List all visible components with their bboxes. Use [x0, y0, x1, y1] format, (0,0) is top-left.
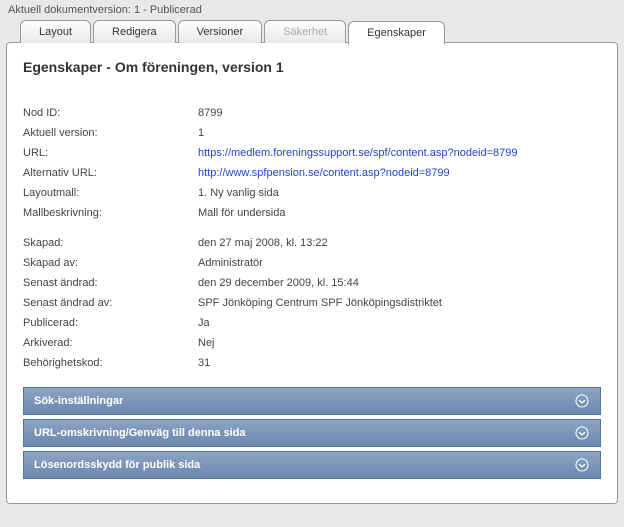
mallbeskrivning-label: Mallbeskrivning: [23, 203, 198, 223]
chevron-down-icon [574, 425, 590, 441]
tab-layout[interactable]: Layout [20, 20, 91, 43]
skapad-value: den 27 maj 2008, kl. 13:22 [198, 233, 601, 253]
accordion-label: URL-omskrivning/Genväg till denna sida [34, 427, 245, 439]
senast-andrad-av-value: SPF Jönköping Centrum SPF Jönköpingsdist… [198, 293, 601, 313]
alturl-label: Alternativ URL: [23, 163, 198, 183]
url-label: URL: [23, 143, 198, 163]
nodid-label: Nod ID: [23, 103, 198, 123]
layoutmall-value: 1. Ny vanlig sida [198, 183, 601, 203]
behorighetskod-value: 31 [198, 353, 601, 373]
alturl-link[interactable]: http://www.spfpension.se/content.asp?nod… [198, 167, 450, 179]
aktuell-version-label: Aktuell version: [23, 123, 198, 143]
chevron-down-icon [574, 393, 590, 409]
tab-versioner[interactable]: Versioner [178, 20, 262, 43]
nodid-value: 8799 [198, 103, 601, 123]
publicerad-label: Publicerad: [23, 313, 198, 333]
document-version-status: Aktuell dokumentversion: 1 - Publicerad [0, 0, 624, 20]
page-title: Egenskaper - Om föreningen, version 1 [23, 59, 601, 75]
accordion-sok-installningar[interactable]: Sök-inställningar [23, 387, 601, 415]
properties-table: Nod ID: 8799 Aktuell version: 1 URL: htt… [23, 103, 601, 373]
chevron-down-icon [574, 457, 590, 473]
senast-andrad-label: Senast ändrad: [23, 273, 198, 293]
layoutmall-label: Layoutmall: [23, 183, 198, 203]
tab-redigera[interactable]: Redigera [93, 20, 176, 43]
behorighetskod-label: Behörighetskod: [23, 353, 198, 373]
senast-andrad-value: den 29 december 2009, kl. 15:44 [198, 273, 601, 293]
aktuell-version-value: 1 [198, 123, 601, 143]
skapad-label: Skapad: [23, 233, 198, 253]
arkiverad-label: Arkiverad: [23, 333, 198, 353]
accordion-label: Sök-inställningar [34, 395, 123, 407]
url-link[interactable]: https://medlem.foreningssupport.se/spf/c… [198, 147, 518, 159]
tab-sakerhet: Säkerhet [264, 20, 346, 43]
accordion-url-omskrivning[interactable]: URL-omskrivning/Genväg till denna sida [23, 419, 601, 447]
mallbeskrivning-value: Mall för undersida [198, 203, 601, 223]
arkiverad-value: Nej [198, 333, 601, 353]
accordion-losenordsskydd[interactable]: Lösenordsskydd för publik sida [23, 451, 601, 479]
tab-egenskaper[interactable]: Egenskaper [348, 21, 445, 45]
skapadav-label: Skapad av: [23, 253, 198, 273]
skapadav-value: Administratör [198, 253, 601, 273]
accordion-group: Sök-inställningar URL-omskrivning/Genväg… [23, 387, 601, 479]
senast-andrad-av-label: Senast ändrad av: [23, 293, 198, 313]
properties-panel: Egenskaper - Om föreningen, version 1 No… [6, 42, 618, 504]
accordion-label: Lösenordsskydd för publik sida [34, 459, 200, 471]
tab-strip: Layout Redigera Versioner Säkerhet Egens… [0, 20, 624, 43]
publicerad-value: Ja [198, 313, 601, 333]
